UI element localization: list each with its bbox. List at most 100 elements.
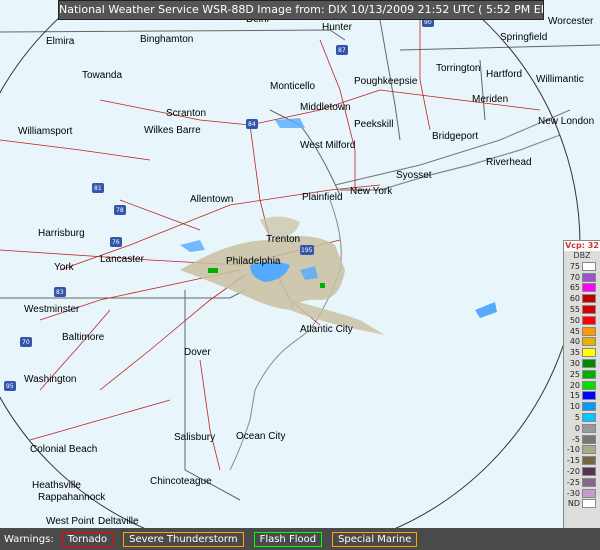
legend-value: 65 [569,283,580,293]
city-label: Baltimore [62,332,105,343]
svg-text:78: 78 [116,207,124,214]
legend-row: 0 [564,423,600,434]
city-label: Wilkes Barre [144,125,201,136]
city-label: Poughkeepsie [354,76,418,87]
city-label: Colonial Beach [30,444,97,455]
svg-text:95: 95 [6,383,14,390]
city-label: Plainfield [302,192,343,203]
city-label: Trenton [266,234,300,245]
city-label: Worcester [548,16,594,27]
svg-text:83: 83 [56,289,64,296]
legend-value: 0 [574,423,580,433]
legend-swatch [582,359,596,369]
legend-row: 75 [564,261,600,272]
city-label: Dover [184,347,211,358]
city-label: Towanda [82,70,122,81]
city-label: Lancaster [100,254,145,265]
city-label: York [54,262,75,273]
legend-swatch [582,477,596,487]
legend-value: 70 [569,272,580,282]
city-label: Scranton [166,108,206,119]
legend-value: 10 [569,402,580,412]
legend-value: 30 [569,359,580,369]
warning-special-marine: Special Marine [332,531,418,547]
city-label: Willimantic [536,74,584,85]
legend-swatch [582,261,596,271]
city-label: Allentown [190,194,233,205]
legend-swatch [582,305,596,315]
city-label: Westminster [24,304,80,315]
warning-flash-flood: Flash Flood [253,531,323,547]
legend-swatch [582,294,596,304]
legend-swatch [582,391,596,401]
city-label: Elmira [46,36,75,47]
city-label: Rappahannock [38,492,106,503]
legend-row: 50 [564,315,600,326]
legend-row: 65 [564,283,600,294]
legend-row: 40 [564,337,600,348]
legend-value: -20 [566,467,580,477]
legend-value: -30 [566,488,580,498]
legend-row: 25 [564,369,600,380]
legend-value: 55 [569,305,580,315]
legend-swatch [582,488,596,498]
legend-value: ND [567,499,580,509]
city-label: Washington [24,374,76,385]
legend-value: 35 [569,348,580,358]
legend-swatch [582,413,596,423]
legend-value: 40 [569,337,580,347]
legend-row: 35 [564,347,600,358]
city-label: Atlantic City [300,324,353,335]
svg-text:76: 76 [112,239,120,246]
legend-row: -15 [564,455,600,466]
warning-severe-thunderstorm: Severe Thunderstorm [123,531,244,547]
legend-row: 30 [564,358,600,369]
city-label: Torrington [436,63,480,74]
dbz-unit-label: DBZ [573,251,591,260]
city-label: Ocean City [236,431,285,442]
vcp-label: Vcp: 32 [564,241,600,251]
city-label: Peekskill [354,119,393,130]
legend-row: 15 [564,391,600,402]
city-label: Philadelphia [226,256,281,267]
legend-value: 50 [569,315,580,325]
legend-swatch [582,315,596,325]
city-label: Hunter [322,22,353,33]
legend-value: -15 [566,456,580,466]
city-label: Springfield [500,32,547,43]
legend-value: 25 [569,369,580,379]
city-label: Riverhead [486,157,532,168]
legend-value: -10 [566,445,580,455]
city-label: Hartford [486,69,522,80]
legend-swatch [582,272,596,282]
city-label: Bridgeport [432,131,478,142]
svg-text:87: 87 [338,47,346,54]
city-label: Salisbury [174,432,215,443]
legend-swatch [582,337,596,347]
svg-text:195: 195 [301,247,313,254]
warnings-label: Warnings: [4,533,54,545]
legend-swatch [582,456,596,466]
legend-swatch [582,434,596,444]
legend-row: 70 [564,272,600,283]
legend-swatch [582,445,596,455]
legend-value: 20 [569,380,580,390]
legend-swatch [582,283,596,293]
svg-text:70: 70 [22,339,30,346]
legend-swatch [582,402,596,412]
legend-row: -20 [564,466,600,477]
legend-row: 45 [564,326,600,337]
legend-value: -25 [566,477,580,487]
city-label: Monticello [270,81,315,92]
legend-value: 60 [569,294,580,304]
legend-swatch [582,380,596,390]
legend-row: -5 [564,434,600,445]
legend-value: 15 [569,391,580,401]
city-label: New York [350,186,393,197]
svg-text:81: 81 [94,185,102,192]
legend-row: -10 [564,445,600,456]
warning-tornado: Tornado [61,531,114,547]
svg-text:90: 90 [424,19,432,26]
city-label: Heathsville [32,480,81,491]
legend-swatch [582,348,596,358]
